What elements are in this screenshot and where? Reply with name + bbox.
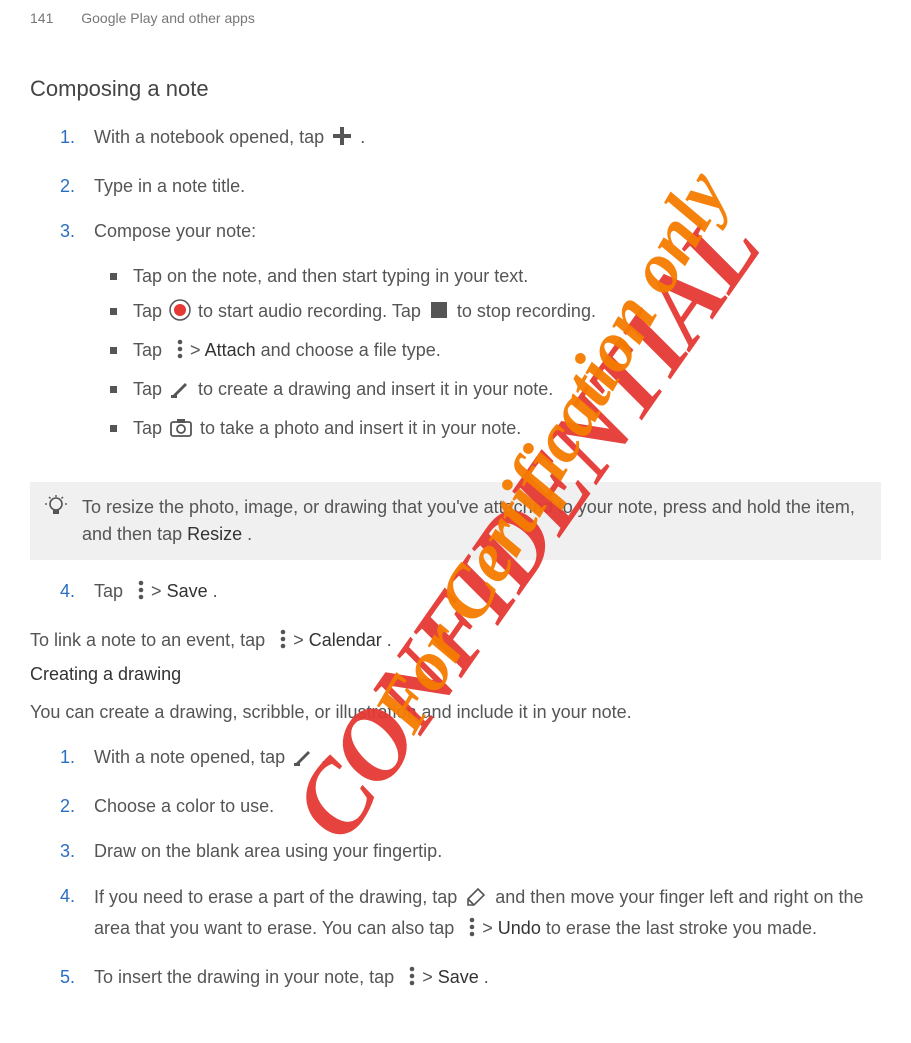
brush-icon [169, 377, 191, 407]
d-step-1: 1. With a note opened, tap . [60, 744, 881, 775]
brush-icon [292, 745, 314, 775]
menu-dots-icon [130, 579, 144, 609]
d-step-3: 3. Draw on the blank area using your fin… [60, 838, 881, 865]
undo-label: Undo [498, 918, 541, 938]
eraser-icon [464, 883, 488, 915]
bullet: Tap to start audio recording. Tap to sto… [110, 298, 881, 329]
lightbulb-icon [44, 494, 74, 548]
bullet: Tap to take a photo and insert it in you… [110, 415, 881, 446]
menu-dots-icon [461, 916, 475, 946]
step-2: 2. Type in a note title. [60, 173, 881, 200]
page-header: 141 Google Play and other apps [30, 10, 881, 26]
menu-dots-icon [401, 965, 415, 995]
menu-dots-icon [169, 338, 183, 368]
step-3: 3. Compose your note: Tap on the note, a… [60, 218, 881, 464]
link-note-event: To link a note to an event, tap > Calend… [30, 627, 881, 658]
plus-icon [331, 125, 353, 155]
step-4: 4. Tap > Save . [60, 578, 881, 609]
d-step-5: 5. To insert the drawing in your note, t… [60, 964, 881, 995]
save-label-2: Save [438, 967, 479, 987]
save-label: Save [167, 581, 208, 601]
bullet: Tap > Attach and choose a file type. [110, 337, 881, 368]
calendar-label: Calendar [309, 630, 382, 650]
attach-label: Attach [205, 340, 256, 360]
bullet: Tap to create a drawing and insert it in… [110, 376, 881, 407]
section-creating-drawing: Creating a drawing [30, 664, 881, 685]
drawing-intro: You can create a drawing, scribble, or i… [30, 699, 881, 726]
record-icon [169, 299, 191, 329]
page-number: 141 [30, 10, 53, 26]
tip-resize: To resize the photo, image, or drawing t… [30, 482, 881, 560]
menu-dots-icon [272, 628, 286, 658]
stop-icon [428, 299, 450, 329]
d-step-4: 4. If you need to erase a part of the dr… [60, 883, 881, 946]
step-1: 1. With a notebook opened, tap . [60, 124, 881, 155]
resize-label: Resize [187, 524, 242, 544]
camera-icon [169, 416, 193, 446]
chapter-title: Google Play and other apps [81, 10, 255, 26]
bullet: Tap on the note, and then start typing i… [110, 263, 881, 290]
d-step-2: 2. Choose a color to use. [60, 793, 881, 820]
section-composing: Composing a note [30, 76, 881, 102]
